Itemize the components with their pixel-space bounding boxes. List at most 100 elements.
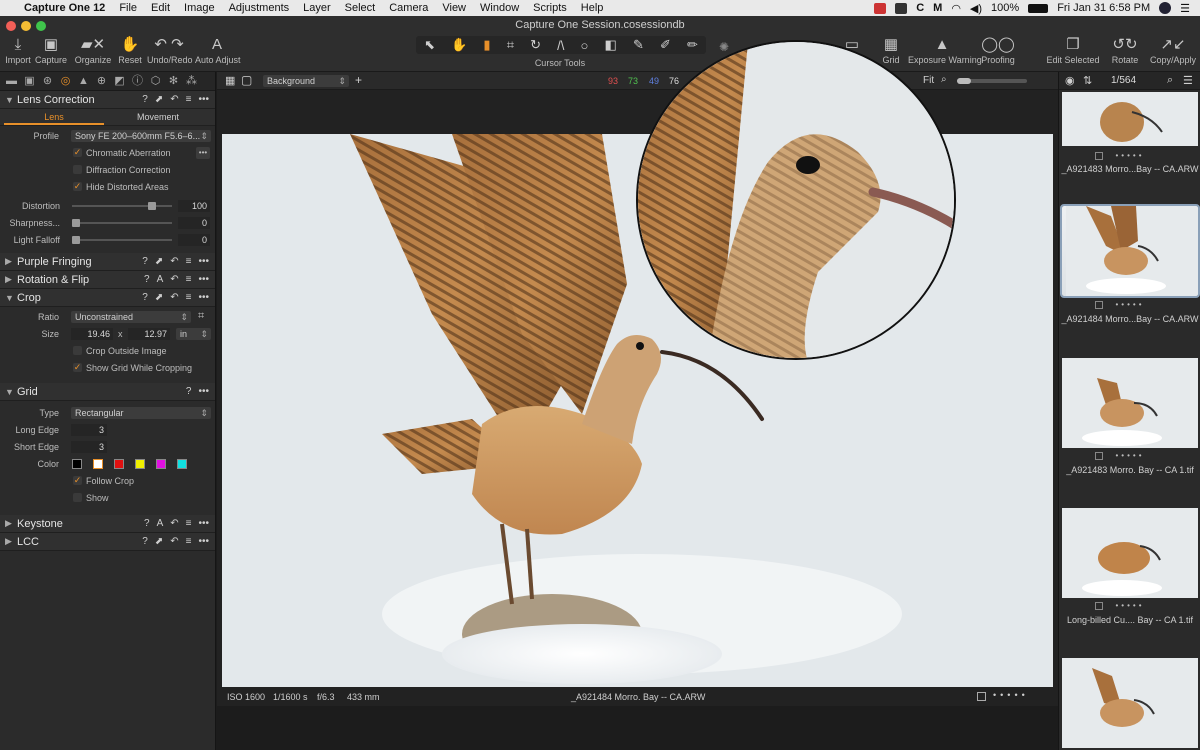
presets-icon[interactable]: ≡ [186,94,192,105]
unit-select[interactable]: in ⇕ [176,328,211,340]
falloff-value[interactable]: 0 [178,234,210,246]
auto-icon[interactable]: A [157,274,164,285]
undo-redo-button[interactable]: ↶ ↷ Undo/Redo [147,36,193,65]
color-tab-icon[interactable]: ⊛ [42,75,53,87]
menu-help[interactable]: Help [581,2,604,14]
menu-layer[interactable]: Layer [303,2,331,14]
thumbnail-2[interactable] [1060,204,1200,298]
presets-icon[interactable]: ≡ [186,536,192,547]
spot-cursor-icon[interactable]: ○ [581,38,589,53]
menu-app-name[interactable]: Capture One 12 [24,2,105,14]
styles-tab-icon[interactable]: ⁂ [186,75,197,87]
distortion-knob[interactable] [148,202,156,210]
chromatic-checkbox[interactable]: ✓ [73,148,82,157]
more-icon[interactable]: ••• [198,536,209,547]
status-app-icon[interactable] [895,2,908,14]
menu-file[interactable]: File [119,2,137,14]
zoom-slider[interactable] [957,78,1027,84]
color-swatch-cyan[interactable] [177,459,187,469]
thumbnail-4[interactable] [1062,508,1198,598]
grid-view-icon[interactable]: ▦ [225,74,235,87]
menu-adjustments[interactable]: Adjustments [229,2,290,14]
status-record-icon[interactable] [874,2,887,14]
more-icon[interactable]: ••• [198,256,209,267]
tab-lens[interactable]: Lens [4,109,104,125]
thumbnail-2-rating[interactable]: ••••• [1059,300,1200,309]
proofing-button[interactable]: ◯◯ Proofing [980,36,1016,65]
single-view-icon[interactable]: ▢ [241,73,252,87]
crop-outside-checkbox[interactable] [73,346,82,355]
copy-icon[interactable]: ⬈ [155,292,163,303]
library-tab-icon[interactable]: ▬ [6,75,17,87]
output-tab-icon[interactable]: ⬡ [150,75,161,87]
more-icon[interactable]: ••• [198,518,209,529]
reset-tool-icon[interactable]: ↶ [170,274,178,285]
user-avatar-icon[interactable] [1159,2,1172,14]
crop-tool-icon[interactable]: ⌗ [198,310,204,323]
sharpness-value[interactable]: 0 [178,217,210,229]
sort-icon[interactable]: ⇅ [1083,74,1092,87]
grid-header[interactable]: ▼ Grid ? ••• [0,383,215,401]
zoom-knob[interactable] [957,78,971,84]
more-icon[interactable]: ••• [198,386,209,397]
diffraction-checkbox[interactable] [73,165,82,174]
status-c-icon[interactable]: C [916,2,924,14]
reset-tool-icon[interactable]: ↶ [170,292,178,303]
menu-icon[interactable]: ☰ [1183,74,1193,87]
help-icon[interactable]: ? [142,94,148,105]
lcc-header[interactable]: ▶ LCC ? ⬈ ↶ ≡ ••• [0,533,215,551]
short-edge-field[interactable]: 3 [71,441,107,453]
menu-scripts[interactable]: Scripts [533,2,567,14]
loupe-cursor-icon[interactable]: ▮ [483,37,490,53]
more-icon[interactable]: ••• [198,292,209,303]
thumbnail-4-rating[interactable]: ••••• [1059,601,1200,610]
image-viewer[interactable] [217,40,1058,688]
rating-stars[interactable]: ••••• [993,690,1029,700]
menu-select[interactable]: Select [345,2,376,14]
eye-icon[interactable]: ◉ [1065,74,1075,87]
profile-select[interactable]: Sony FE 200–600mm F5.6–6... ⇕ [71,130,211,142]
help-icon[interactable]: ? [144,518,150,529]
organize-button[interactable]: ▰✕ Organize [74,36,112,65]
falloff-knob[interactable] [72,236,80,244]
ratio-select[interactable]: Unconstrained ⇕ [71,311,191,323]
local-adjust-tab-icon[interactable]: ◩ [114,75,125,87]
clock[interactable]: Fri Jan 31 6:58 PM [1057,2,1150,14]
exposure-warning-button[interactable]: ▲ Exposure Warning [908,36,982,65]
color-swatch-black[interactable] [72,459,82,469]
crop-cursor-icon[interactable]: ⌗ [507,37,514,53]
thumbnail-3[interactable] [1062,358,1198,448]
capture-button[interactable]: ▣ Capture [34,36,68,65]
help-icon[interactable]: ? [142,536,148,547]
crop-height-field[interactable]: 12.97 [128,328,170,340]
crop-width-field[interactable]: 19.46 [71,328,113,340]
zoom-fit-label[interactable]: Fit [923,75,934,86]
reset-tool-icon[interactable]: ↶ [170,518,178,529]
color-swatch-yellow[interactable] [135,459,145,469]
thumbnail-5[interactable] [1062,658,1198,748]
distortion-value[interactable]: 100 [178,200,210,212]
lens-correction-header[interactable]: ▼ Lens Correction ? ⬈ ↶ ≡ ••• [0,91,215,109]
hide-distorted-checkbox[interactable]: ✓ [73,182,82,191]
volume-icon[interactable]: ◀) [970,2,982,15]
help-icon[interactable]: ? [142,292,148,303]
add-layer-icon[interactable]: + [355,73,362,87]
import-button[interactable]: ⤓ Import [4,36,32,65]
rotation-flip-header[interactable]: ▶ Rotation & Flip ? A ↶ ≡ ••• [0,271,215,289]
reset-button[interactable]: ✋ Reset [117,36,143,65]
grid-button[interactable]: ▦ Grid [878,36,904,65]
details-tab-icon[interactable]: ⊕ [96,75,107,87]
reset-tool-icon[interactable]: ↶ [170,536,178,547]
status-m-icon[interactable]: M [933,2,942,14]
presets-icon[interactable]: ≡ [186,292,192,303]
tab-movement[interactable]: Movement [108,109,208,125]
gradient-cursor-icon[interactable]: ◧ [605,37,617,53]
color-picker-icon[interactable]: ✐ [660,37,671,53]
keystone-header[interactable]: ▶ Keystone ? A ↶ ≡ ••• [0,515,215,533]
crop-header[interactable]: ▼ Crop ? ⬈ ↶ ≡ ••• [0,289,215,307]
metadata-tab-icon[interactable]: ⓘ [132,75,143,87]
more-icon[interactable]: ••• [198,274,209,285]
menu-edit[interactable]: Edit [151,2,170,14]
grid-type-select[interactable]: Rectangular ⇕ [71,407,211,419]
sharpness-slider[interactable] [72,219,172,227]
